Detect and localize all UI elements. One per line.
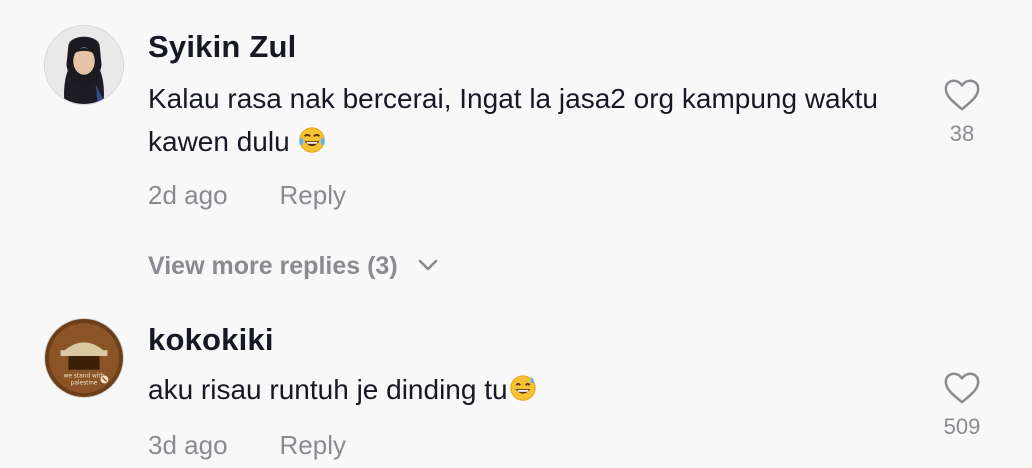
like-area: 509 (932, 370, 992, 440)
username[interactable]: kokokiki (148, 322, 274, 358)
comment-text-content: aku risau runtuh je dinding tu (148, 374, 508, 405)
heart-icon[interactable] (943, 370, 981, 406)
comment-text-content: Kalau rasa nak bercerai, Ingat la jasa2 … (148, 83, 878, 157)
avatar[interactable]: we stand with palestine (44, 318, 124, 398)
user-avatar-image: we stand with palestine (45, 319, 123, 397)
user-avatar-image (45, 26, 123, 104)
comment-time: 3d ago (148, 430, 228, 460)
grinning-sweat-emoji-icon (509, 375, 536, 401)
comment-meta: 3d ago Reply (148, 430, 346, 461)
username[interactable]: Syikin Zul (148, 29, 296, 65)
reply-button[interactable]: Reply (280, 180, 346, 210)
chevron-down-icon (418, 259, 437, 271)
view-more-replies-label: View more replies (3) (148, 252, 398, 280)
avatar[interactable] (44, 25, 124, 105)
like-count: 509 (943, 414, 981, 439)
avatar-text-line2: palestine (71, 380, 98, 386)
comment-meta: 2d ago Reply (148, 180, 346, 211)
heart-icon[interactable] (943, 77, 981, 113)
like-count: 38 (949, 121, 975, 146)
like-area: 38 (932, 77, 992, 147)
tears-of-joy-emoji-icon (299, 127, 326, 153)
comment-text: Kalau rasa nak bercerai, Ingat la jasa2 … (148, 77, 908, 163)
reply-button[interactable]: Reply (280, 430, 346, 460)
comment-text: aku risau runtuh je dinding tu (148, 368, 908, 411)
comment-time: 2d ago (148, 180, 228, 210)
view-more-replies-button[interactable]: View more replies (3) (148, 252, 439, 281)
avatar-text-line1: we stand with (64, 374, 105, 380)
